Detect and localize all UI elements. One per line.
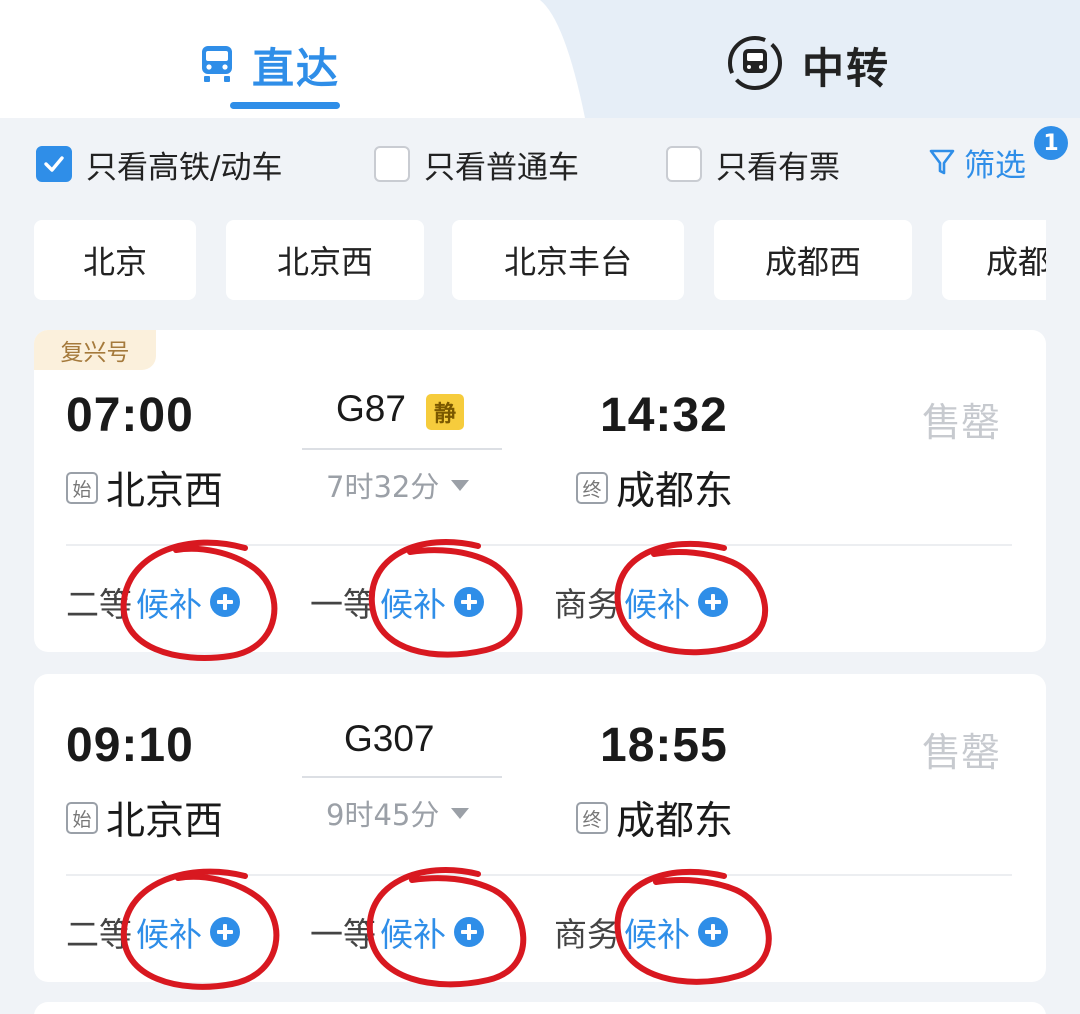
- filter-regular[interactable]: 只看普通车: [374, 144, 579, 186]
- high-speed-checkbox[interactable]: [36, 146, 72, 182]
- duration-toggle[interactable]: 9时45分: [326, 792, 470, 834]
- depart-station-name: 北京西: [106, 799, 224, 844]
- depart-station-name: 北京西: [106, 469, 224, 514]
- seat-class-label: 商务: [554, 585, 620, 624]
- filter-label: 筛选: [964, 147, 1026, 184]
- plus-icon: [698, 917, 728, 947]
- checkmark-icon: [44, 156, 64, 172]
- plus-icon: [454, 917, 484, 947]
- origin-mark: 始: [66, 472, 98, 504]
- seat-class-label: 二等: [66, 915, 132, 954]
- plus-icon: [210, 917, 240, 947]
- waitlist-label: 候补: [380, 585, 446, 624]
- waitlist-label: 候补: [136, 585, 202, 624]
- available-checkbox[interactable]: [666, 146, 702, 182]
- depart-station: 始 北京西: [66, 460, 223, 516]
- arrive-station-name: 成都东: [616, 799, 734, 844]
- train-number: G87: [336, 388, 406, 429]
- station-chip[interactable]: 北京: [34, 220, 196, 300]
- plus-icon: [698, 587, 728, 617]
- fuxing-brand-tag: 复兴号: [34, 330, 156, 370]
- seat-second-class[interactable]: 二等 候补: [66, 908, 240, 956]
- depart-station: 始 北京西: [66, 790, 223, 846]
- filter-button[interactable]: 筛选: [928, 140, 1026, 184]
- plus-icon: [454, 587, 484, 617]
- duration-line: [302, 448, 502, 450]
- tab-active-indicator: [230, 102, 340, 109]
- origin-mark: 始: [66, 802, 98, 834]
- train-icon: [196, 42, 238, 88]
- seat-second-class[interactable]: 二等 候补: [66, 578, 240, 626]
- filter-available[interactable]: 只看有票: [666, 144, 840, 186]
- waitlist-label: 候补: [624, 585, 690, 624]
- funnel-icon: [929, 149, 955, 175]
- tab-direct-label: 直达: [252, 43, 341, 93]
- seat-class-label: 一等: [310, 915, 376, 954]
- station-chip[interactable]: 成都: [942, 220, 1046, 300]
- train-card[interactable]: 09:10 始 北京西 G307 9时45分 18:55 终 成都东 售罄 二等…: [34, 674, 1046, 982]
- plus-icon: [210, 587, 240, 617]
- seat-first-class[interactable]: 一等 候补: [310, 578, 484, 626]
- station-chip[interactable]: 成都西: [714, 220, 912, 300]
- arrive-station: 终 成都东: [576, 790, 733, 846]
- seat-class-label: 二等: [66, 585, 132, 624]
- high-speed-label: 只看高铁/动车: [86, 149, 283, 186]
- card-divider: [66, 874, 1012, 876]
- card-divider: [66, 544, 1012, 546]
- waitlist-label: 候补: [624, 915, 690, 954]
- filter-count-badge: 1: [1034, 126, 1068, 160]
- filter-row: 只看高铁/动车 只看普通车 只看有票 筛选: [0, 118, 1080, 206]
- duration-toggle[interactable]: 7时32分: [326, 464, 470, 506]
- train-card-partial: [34, 1002, 1046, 1014]
- available-label: 只看有票: [716, 149, 840, 186]
- terminal-mark: 终: [576, 472, 608, 504]
- regular-label: 只看普通车: [424, 149, 579, 186]
- depart-time: 07:00: [66, 389, 194, 442]
- tab-direct[interactable]: 直达: [196, 30, 340, 100]
- tab-background-shape: [540, 0, 1080, 118]
- tab-transfer[interactable]: 中转: [726, 30, 890, 100]
- seat-business-class[interactable]: 商务 候补: [554, 908, 728, 956]
- arrive-time: 14:32: [600, 389, 728, 442]
- tab-transfer-label: 中转: [802, 43, 891, 93]
- duration-line: [302, 776, 502, 778]
- waitlist-label: 候补: [380, 915, 446, 954]
- station-chip[interactable]: 北京丰台: [452, 220, 684, 300]
- duration-text: 9时45分: [326, 798, 440, 832]
- waitlist-label: 候补: [136, 915, 202, 954]
- seat-first-class[interactable]: 一等 候补: [310, 908, 484, 956]
- regular-checkbox[interactable]: [374, 146, 410, 182]
- duration-text: 7时32分: [326, 470, 440, 504]
- filter-high-speed[interactable]: 只看高铁/动车: [36, 144, 283, 186]
- train-number: G307: [344, 718, 435, 759]
- transfer-train-icon: [726, 34, 784, 96]
- arrive-station-name: 成都东: [616, 469, 734, 514]
- caret-down-icon: [451, 807, 470, 819]
- train-card[interactable]: 复兴号 07:00 始 北京西 G87 静 7时32分 14:32 终 成都东 …: [34, 330, 1046, 652]
- station-chips: 北京 北京西 北京丰台 成都西 成都: [0, 218, 1046, 302]
- depart-time: 09:10: [66, 719, 194, 772]
- arrive-station: 终 成都东: [576, 460, 733, 516]
- terminal-mark: 终: [576, 802, 608, 834]
- quiet-carriage-badge: 静: [426, 394, 464, 430]
- arrive-time: 18:55: [600, 719, 728, 772]
- mode-tabs: 直达 中转: [0, 0, 1080, 118]
- seat-class-label: 一等: [310, 585, 376, 624]
- caret-down-icon: [451, 479, 470, 491]
- station-chip[interactable]: 北京西: [226, 220, 424, 300]
- seat-class-label: 商务: [554, 915, 620, 954]
- seat-business-class[interactable]: 商务 候补: [554, 578, 728, 626]
- sold-out-status: 售罄: [922, 731, 1001, 776]
- sold-out-status: 售罄: [922, 401, 1001, 446]
